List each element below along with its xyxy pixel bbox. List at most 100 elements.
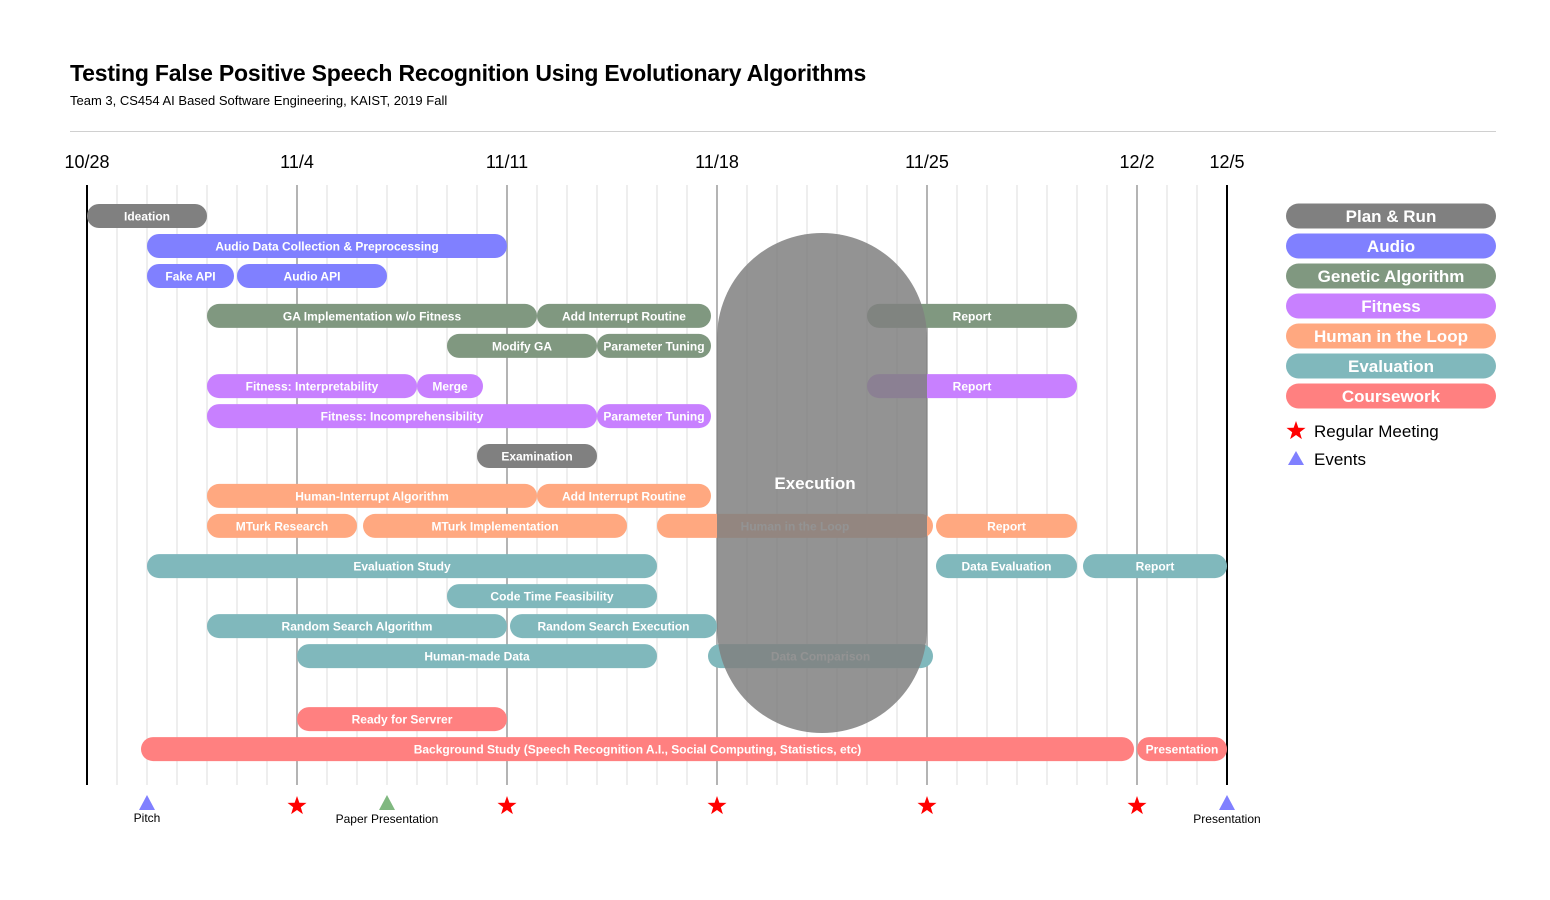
task-bar[interactable]: Add Interrupt Routine <box>537 303 711 328</box>
task-bar[interactable]: Random Search Algorithm <box>207 614 507 639</box>
legend-label: Evaluation <box>1348 357 1434 376</box>
legend-item-course: Coursework <box>1286 383 1496 409</box>
event-triangle-icon <box>379 795 395 810</box>
task-bar-label: Add Interrupt Routine <box>562 489 686 503</box>
task-bar-label: Add Interrupt Routine <box>562 309 686 323</box>
x-tick-label: 10/28 <box>64 152 109 172</box>
task-bar-label: Examination <box>501 450 572 464</box>
task-bar[interactable]: Human-made Data <box>297 644 657 669</box>
task-bar-label: Evaluation Study <box>353 560 451 574</box>
task-bar[interactable]: Audio Data Collection & Preprocessing <box>147 234 507 258</box>
task-bar-label: Audio Data Collection & Preprocessing <box>215 240 438 254</box>
task-bar[interactable]: Ideation <box>87 204 207 228</box>
task-bar-label: Data Evaluation <box>961 560 1051 574</box>
task-bar[interactable]: Presentation <box>1137 737 1227 762</box>
task-bar-label: Report <box>1136 560 1175 574</box>
legend-item-plan: Plan & Run <box>1286 203 1496 229</box>
task-bar[interactable]: Modify GA <box>447 333 597 358</box>
task-bar-label: Report <box>953 380 992 394</box>
task-bar[interactable]: Background Study (Speech Recognition A.I… <box>141 737 1134 762</box>
legend-label: Human in the Loop <box>1314 327 1468 346</box>
task-bar[interactable]: Human-Interrupt Algorithm <box>207 483 537 508</box>
task-bar[interactable]: GA Implementation w/o Fitness <box>207 303 537 328</box>
task-bar-label: Audio API <box>284 270 341 284</box>
task-bar-label: Merge <box>432 380 468 394</box>
legend-label: Coursework <box>1342 387 1441 406</box>
legend-label: Plan & Run <box>1346 207 1437 226</box>
legend-marker-item: Events <box>1288 450 1366 469</box>
task-bar[interactable]: Audio API <box>237 264 387 288</box>
task-bar-label: Report <box>953 309 992 323</box>
regular-meeting-star-icon <box>707 796 727 815</box>
task-bar-label: Parameter Tuning <box>603 410 704 424</box>
legend-item-fitness: Fitness <box>1286 293 1496 319</box>
legend-item-eval: Evaluation <box>1286 353 1496 379</box>
regular-meeting-star-icon <box>1127 796 1147 815</box>
task-bar-label: Parameter Tuning <box>603 339 704 353</box>
task-bar[interactable]: Fitness: Incomprehensibility <box>207 404 597 429</box>
task-bar[interactable]: Fitness: Interpretability <box>207 374 417 399</box>
task-bar-label: Ready for Servrer <box>352 713 453 727</box>
x-axis-ticks: 10/28 11/4 11/11 11/18 11/25 12/2 12/5 <box>64 152 1244 172</box>
timeline-markers: Pitch Paper Presentation Presentation <box>134 795 1261 826</box>
legend-label: Fitness <box>1361 297 1421 316</box>
task-bar[interactable]: Add Interrupt Routine <box>537 483 711 508</box>
task-bar-label: Random Search Execution <box>537 620 689 634</box>
task-bar-label: Human-Interrupt Algorithm <box>295 489 449 503</box>
gantt-chart: 10/28 11/4 11/11 11/18 11/25 12/2 12/5 Ideatio… <box>64 152 1496 826</box>
legend-marker-label: Events <box>1314 450 1366 469</box>
task-bar-label: Modify GA <box>492 339 552 353</box>
x-tick-label: 11/4 <box>280 152 314 172</box>
task-bar[interactable]: Code Time Feasibility <box>447 584 657 609</box>
task-bar-label: Presentation <box>1146 743 1219 757</box>
task-bar[interactable]: Parameter Tuning <box>597 333 711 358</box>
legend-marker-label: Regular Meeting <box>1314 422 1439 441</box>
event-triangle-icon <box>1219 795 1235 810</box>
x-tick-label: 11/11 <box>486 152 528 172</box>
task-bar-label: Background Study (Speech Recognition A.I… <box>414 743 862 757</box>
event-label: Paper Presentation <box>336 812 439 826</box>
task-bar[interactable]: Random Search Execution <box>510 614 717 639</box>
legend: Plan & Run Audio Genetic Algorithm Fitness H… <box>1286 203 1496 469</box>
task-bar-label: Human-made Data <box>424 650 530 664</box>
task-bar[interactable]: Report <box>936 513 1077 538</box>
task-bar-label: Fitness: Incomprehensibility <box>321 410 484 424</box>
regular-meeting-star-icon <box>917 796 937 815</box>
task-bar[interactable]: Evaluation Study <box>147 554 657 579</box>
regular-meeting-star-icon <box>287 796 307 815</box>
legend-label: Audio <box>1367 237 1415 256</box>
legend-marker-item: Regular Meeting <box>1286 421 1439 441</box>
task-bar[interactable]: Fake API <box>147 264 234 288</box>
x-tick-label: 12/5 <box>1209 152 1244 172</box>
execution-block-label: Execution <box>774 474 855 493</box>
legend-label: Genetic Algorithm <box>1318 267 1465 286</box>
regular-meeting-star-icon <box>497 796 517 815</box>
event-label: Presentation <box>1193 812 1260 826</box>
event-label: Pitch <box>134 811 161 825</box>
task-bar[interactable]: Ready for Servrer <box>297 707 507 732</box>
legend-item-human: Human in the Loop <box>1286 323 1496 349</box>
execution-block: Execution <box>717 233 927 733</box>
task-bar-label: Fake API <box>165 270 215 284</box>
task-bar-label: Code Time Feasibility <box>490 590 613 604</box>
task-bar[interactable]: Examination <box>477 444 597 468</box>
task-bar-label: Fitness: Interpretability <box>246 380 379 394</box>
x-tick-label: 12/2 <box>1119 152 1154 172</box>
x-tick-label: 11/18 <box>695 152 739 172</box>
triangle-icon <box>1288 451 1304 465</box>
task-bar-label: MTurk Research <box>236 519 328 533</box>
x-tick-label: 11/25 <box>905 152 949 172</box>
task-bar[interactable]: Report <box>1083 554 1227 579</box>
task-bar[interactable]: MTurk Research <box>207 513 357 538</box>
task-bar[interactable]: MTurk Implementation <box>363 513 627 538</box>
task-bar-label: Ideation <box>124 210 170 224</box>
legend-item-ga: Genetic Algorithm <box>1286 263 1496 289</box>
task-bar-label: MTurk Implementation <box>431 519 558 533</box>
task-bar[interactable]: Data Evaluation <box>936 554 1077 579</box>
task-bar-label: GA Implementation w/o Fitness <box>283 309 462 323</box>
task-bar-label: Random Search Algorithm <box>282 620 433 634</box>
task-bar[interactable]: Parameter Tuning <box>597 404 711 429</box>
event-triangle-icon <box>139 795 155 810</box>
task-bar-label: Report <box>987 519 1026 533</box>
task-bar[interactable]: Merge <box>417 374 483 399</box>
